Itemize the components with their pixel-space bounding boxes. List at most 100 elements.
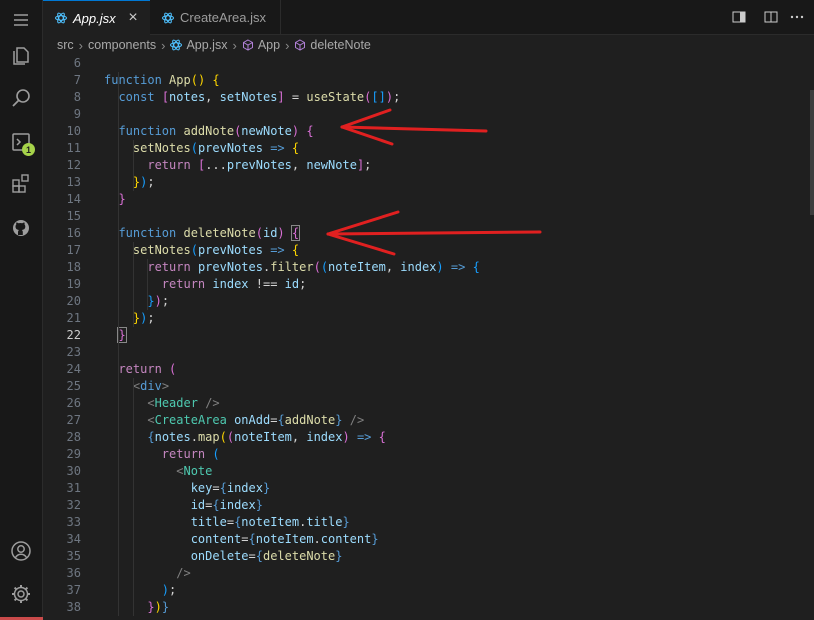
code-text: onDelete={deleteNote} [190, 549, 343, 563]
line-number: 14 [66, 192, 81, 206]
close-icon[interactable]: × [126, 10, 140, 26]
code-text: <CreateArea onAdd={addNote} /> [147, 413, 365, 427]
code-text: return [...prevNotes, newNote]; [147, 158, 372, 172]
line-number: 9 [73, 107, 81, 121]
line-number: 18 [66, 260, 81, 274]
line-number: 24 [66, 362, 81, 376]
react-file-icon [170, 39, 183, 51]
account-icon[interactable] [8, 538, 34, 564]
code-line: 27 <CreateArea onAdd={addNote} /> [43, 412, 803, 429]
line-number: 8 [73, 90, 81, 104]
breadcrumb-file[interactable]: App.jsx [186, 38, 227, 52]
chevron-right-icon: › [232, 37, 237, 53]
line-number: 29 [66, 447, 81, 461]
github-icon[interactable] [8, 215, 34, 241]
chevron-right-icon: › [285, 37, 290, 53]
code-text: {notes.map((noteItem, index) => { [147, 430, 386, 444]
code-line: 35 onDelete={deleteNote} [43, 548, 803, 565]
code-text: const [notes, setNotes] = useState([]); [118, 90, 401, 104]
react-file-icon [162, 12, 174, 23]
line-number: 10 [66, 124, 81, 138]
line-number: 35 [66, 549, 81, 563]
code-text: }); [132, 311, 155, 325]
code-line: 36 /> [43, 565, 803, 582]
line-number: 12 [66, 158, 81, 172]
code-line: 9 [43, 106, 803, 123]
code-line: 26 <Header /> [43, 395, 803, 412]
code-line: 12 return [...prevNotes, newNote]; [43, 157, 803, 174]
line-number: 33 [66, 515, 81, 529]
line-number: 36 [66, 566, 81, 580]
code-line: 24 return ( [43, 361, 803, 378]
line-number: 22 [66, 328, 81, 342]
code-text: function App() { [104, 73, 220, 87]
code-line: 10 function addNote(newNote) { [43, 123, 803, 140]
line-number: 27 [66, 413, 81, 427]
code-line: 33 title={noteItem.title} [43, 514, 803, 531]
line-number: 13 [66, 175, 81, 189]
code-text: content={noteItem.content} [190, 532, 379, 546]
chevron-right-icon: › [161, 37, 166, 53]
code-line: 29 return ( [43, 446, 803, 463]
toggle-panel-icon[interactable] [731, 9, 747, 25]
code-line: 31 key={index} [43, 480, 803, 497]
line-number: 34 [66, 532, 81, 546]
code-line: 15 [43, 208, 803, 225]
explorer-icon[interactable] [8, 42, 34, 68]
code-line: 34 content={noteItem.content} [43, 531, 803, 548]
line-number: 7 [73, 73, 81, 87]
code-text: return index !== id; [161, 277, 307, 291]
settings-gear-icon[interactable] [8, 581, 34, 607]
line-number: 28 [66, 430, 81, 444]
code-text: }); [132, 175, 155, 189]
more-actions-icon[interactable] [789, 9, 805, 25]
menu-icon[interactable] [8, 7, 34, 33]
line-number: 21 [66, 311, 81, 325]
tab-bar: App.jsx × CreateArea.jsx [43, 0, 814, 35]
line-number: 19 [66, 277, 81, 291]
code-line: 16 function deleteNote(id) { [43, 225, 803, 242]
tab-createarea-jsx[interactable]: CreateArea.jsx [150, 0, 281, 35]
code-text: id={index} [190, 498, 263, 512]
search-icon[interactable] [8, 85, 34, 111]
code-line: 17 setNotes(prevNotes => { [43, 242, 803, 259]
split-editor-icon[interactable] [763, 9, 779, 25]
breadcrumb-deletenote[interactable]: deleteNote [310, 38, 370, 52]
line-number: 26 [66, 396, 81, 410]
code-line: 32 id={index} [43, 497, 803, 514]
scrollbar-thumb[interactable] [810, 90, 814, 215]
line-number: 17 [66, 243, 81, 257]
line-number: 11 [66, 141, 81, 155]
code-text: function addNote(newNote) { [118, 124, 314, 138]
line-number: 16 [66, 226, 81, 240]
tab-app-jsx[interactable]: App.jsx × [43, 0, 150, 35]
line-number: 30 [66, 464, 81, 478]
code-text: function deleteNote(id) { [118, 225, 301, 241]
code-text: } [117, 327, 127, 343]
code-editor[interactable]: 6 7 function App() { 8 const [notes, setNot… [43, 55, 814, 620]
line-number: 15 [66, 209, 81, 223]
line-number: 25 [66, 379, 81, 393]
code-text: return ( [118, 362, 177, 376]
code-text: <Note [176, 464, 213, 478]
breadcrumb-app[interactable]: App [258, 38, 280, 52]
code-line: 14 } [43, 191, 803, 208]
code-text: key={index} [190, 481, 271, 495]
code-text: })} [147, 600, 170, 614]
code-line: 28 {notes.map((noteItem, index) => { [43, 429, 803, 446]
indent-guide [147, 259, 149, 310]
indent-guide [132, 378, 134, 616]
breadcrumb-components[interactable]: components [88, 38, 156, 52]
code-line: 6 [43, 55, 803, 72]
notification-badge: 1 [22, 143, 35, 156]
code-line: 38 })} [43, 599, 803, 616]
code-line: 20 }); [43, 293, 803, 310]
extensions-icon[interactable] [8, 171, 34, 197]
code-line: 13 }); [43, 174, 803, 191]
breadcrumb-src[interactable]: src [57, 38, 74, 52]
line-number: 37 [66, 583, 81, 597]
breadcrumb: src › components › App.jsx › App › delet… [43, 35, 814, 55]
function-symbol-icon [242, 39, 253, 51]
code-text: } [118, 192, 126, 206]
code-line: 11 setNotes(prevNotes => { [43, 140, 803, 157]
